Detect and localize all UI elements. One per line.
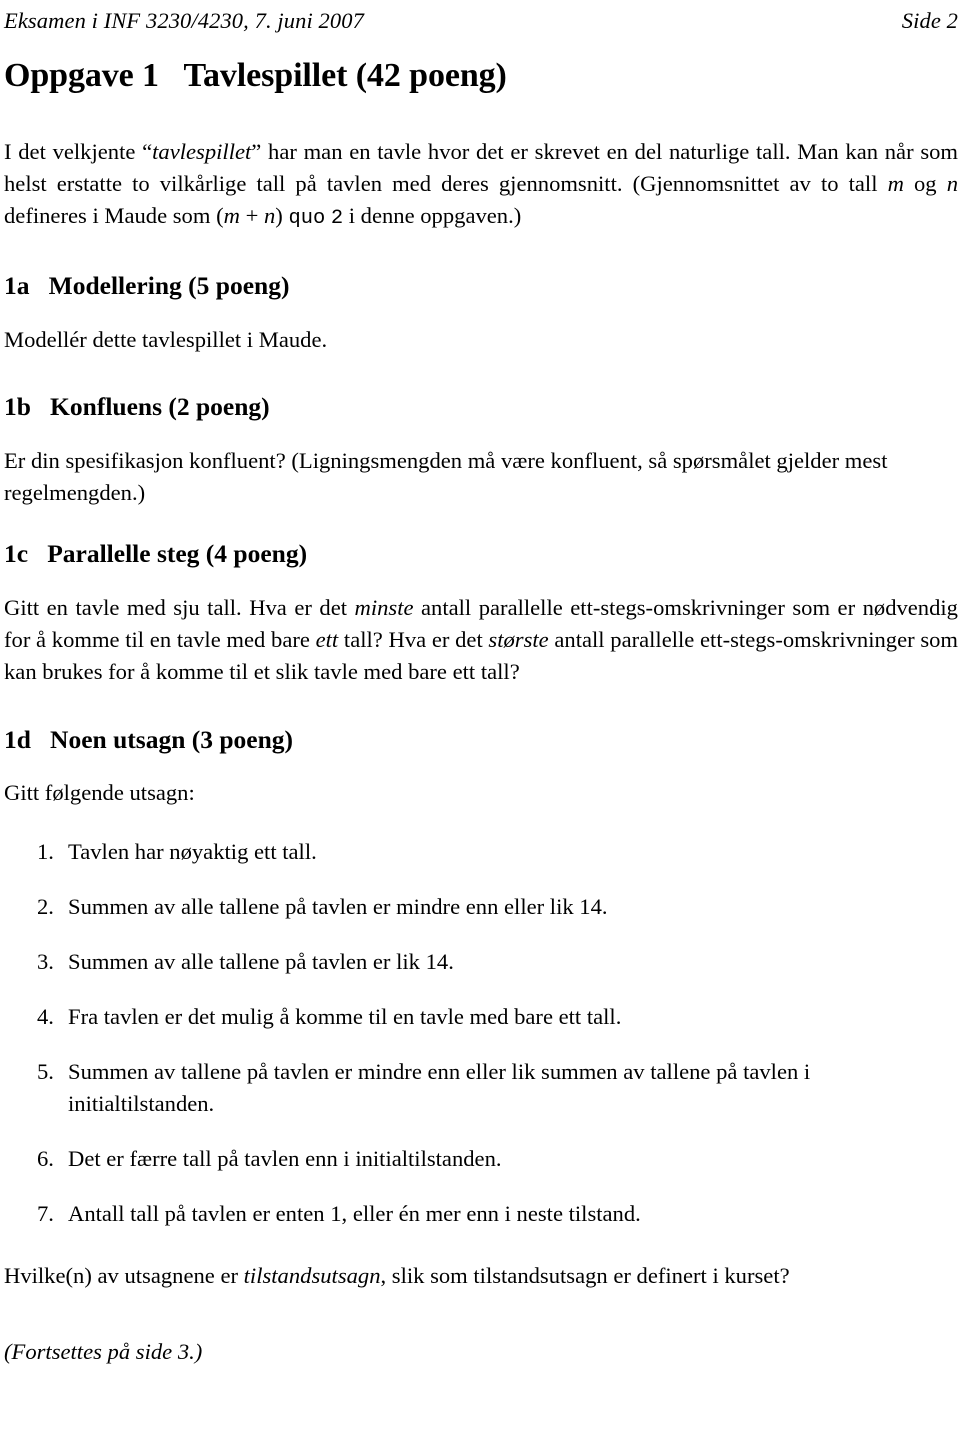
intro-text-8: i denne oppgaven.) <box>343 203 522 229</box>
list-item-number: 3. <box>37 949 54 974</box>
section-heading-1b: 1b Konfluens (2 poeng) <box>4 392 270 422</box>
section-heading-1c: 1c Parallelle steg (4 poeng) <box>4 539 308 568</box>
emphasis-storste: største <box>488 626 549 652</box>
list-item-text: Antall tall på tavlen er enten 1, eller … <box>68 1200 641 1226</box>
list-item-number: 5. <box>37 1058 54 1084</box>
section-body-1c: Gitt en tavle med sju tall. Hva er det m… <box>4 592 958 688</box>
utsagn-list: 1. Tavlen har nøyaktig ett tall. 2. Summen… <box>4 836 958 1230</box>
intro-emphasis-tavlespillet: tavlespillet <box>152 139 252 165</box>
list-item: 5. Summen av tallene på tavlen er mindre … <box>4 1056 958 1120</box>
intro-text-6: ) <box>275 203 289 229</box>
list-item-text: Summen av tallene på tavlen er mindre en… <box>68 1058 811 1116</box>
list-item: 6. Det er færre tall på tavlen enn i init… <box>4 1143 958 1175</box>
page-title: Oppgave 1 Tavlespillet (42 poeng) <box>4 57 507 94</box>
section-body-1a: Modellér dette tavlespillet i Maude. <box>4 326 328 352</box>
closing-text-1: Hvilke(n) av utsagnene er <box>4 1262 244 1288</box>
list-item: 3. Summen av alle tallene på tavlen er li… <box>4 946 958 978</box>
math-var-n-2: n <box>263 203 276 229</box>
math-var-m-2: m <box>223 203 240 229</box>
running-head: Eksamen i INF 3230/4230, 7. juni 2007 Si… <box>4 8 958 34</box>
math-var-n: n <box>946 171 958 197</box>
emphasis-ett: ett <box>315 626 339 652</box>
c1-text-1: Gitt en tavle med sju tall. Hva er det <box>4 594 355 620</box>
emphasis-minste: minste <box>354 594 414 620</box>
code-keyword-quo: quo <box>288 207 326 231</box>
document-page: Eksamen i INF 3230/4230, 7. juni 2007 Si… <box>0 0 960 1432</box>
list-item-number: 2. <box>37 894 54 920</box>
list-item: 2. Summen av alle tallene på tavlen er mi… <box>4 891 958 923</box>
intro-paragraph: I det velkjente “tavlespillet” har man e… <box>4 136 958 234</box>
section-heading-1a: 1a Modellering (5 poeng) <box>4 270 290 300</box>
intro-text-4: defineres i Maude som ( <box>4 203 224 229</box>
list-item-number: 4. <box>37 1003 54 1029</box>
section-body-1d-lead: Gitt følgende utsagn: <box>4 780 195 806</box>
code-literal-two: 2 <box>330 207 344 231</box>
emphasis-tilstandsutsagn: tilstandsutsagn <box>243 1262 381 1288</box>
running-head-page-number: Side 2 <box>901 8 958 33</box>
list-item-number: 6. <box>37 1145 54 1171</box>
intro-text-1: I det velkjente “ <box>4 139 153 165</box>
closing-question: Hvilke(n) av utsagnene er tilstandsutsag… <box>4 1260 958 1292</box>
list-item-text: Det er færre tall på tavlen enn i initia… <box>68 1145 502 1171</box>
list-item-text: Fra tavlen er det mulig å komme til en t… <box>68 1003 622 1029</box>
math-var-m: m <box>887 171 904 197</box>
footer-continuation-note: (Fortsettes på side 3.) <box>4 1338 203 1364</box>
document-body: Oppgave 1 Tavlespillet (42 poeng) I det … <box>4 56 958 1368</box>
intro-text-3: og <box>903 171 947 197</box>
list-item-text: Summen av alle tallene på tavlen er lik … <box>68 949 454 974</box>
list-item-text: Tavlen har nøyaktig ett tall. <box>68 839 317 865</box>
section-body-1b: Er din spesifikasjon konfluent? (Ligning… <box>4 448 888 506</box>
list-item-text: Summen av alle tallene på tavlen er mind… <box>68 894 608 920</box>
list-item: 7. Antall tall på tavlen er enten 1, elle… <box>4 1198 958 1230</box>
list-item: 4. Fra tavlen er det mulig å komme til en… <box>4 1001 958 1033</box>
section-heading-1d: 1d Noen utsagn (3 poeng) <box>4 724 294 754</box>
list-item-number: 1. <box>37 839 54 865</box>
closing-text-2: , slik som tilstandsutsagn er definert i… <box>380 1262 790 1288</box>
running-head-left: Eksamen i INF 3230/4230, 7. juni 2007 <box>4 8 364 33</box>
c1-text-3: tall? Hva er det <box>338 626 489 652</box>
intro-text-5: + <box>239 203 264 229</box>
list-item-number: 7. <box>37 1200 54 1226</box>
list-item: 1. Tavlen har nøyaktig ett tall. <box>4 836 958 868</box>
